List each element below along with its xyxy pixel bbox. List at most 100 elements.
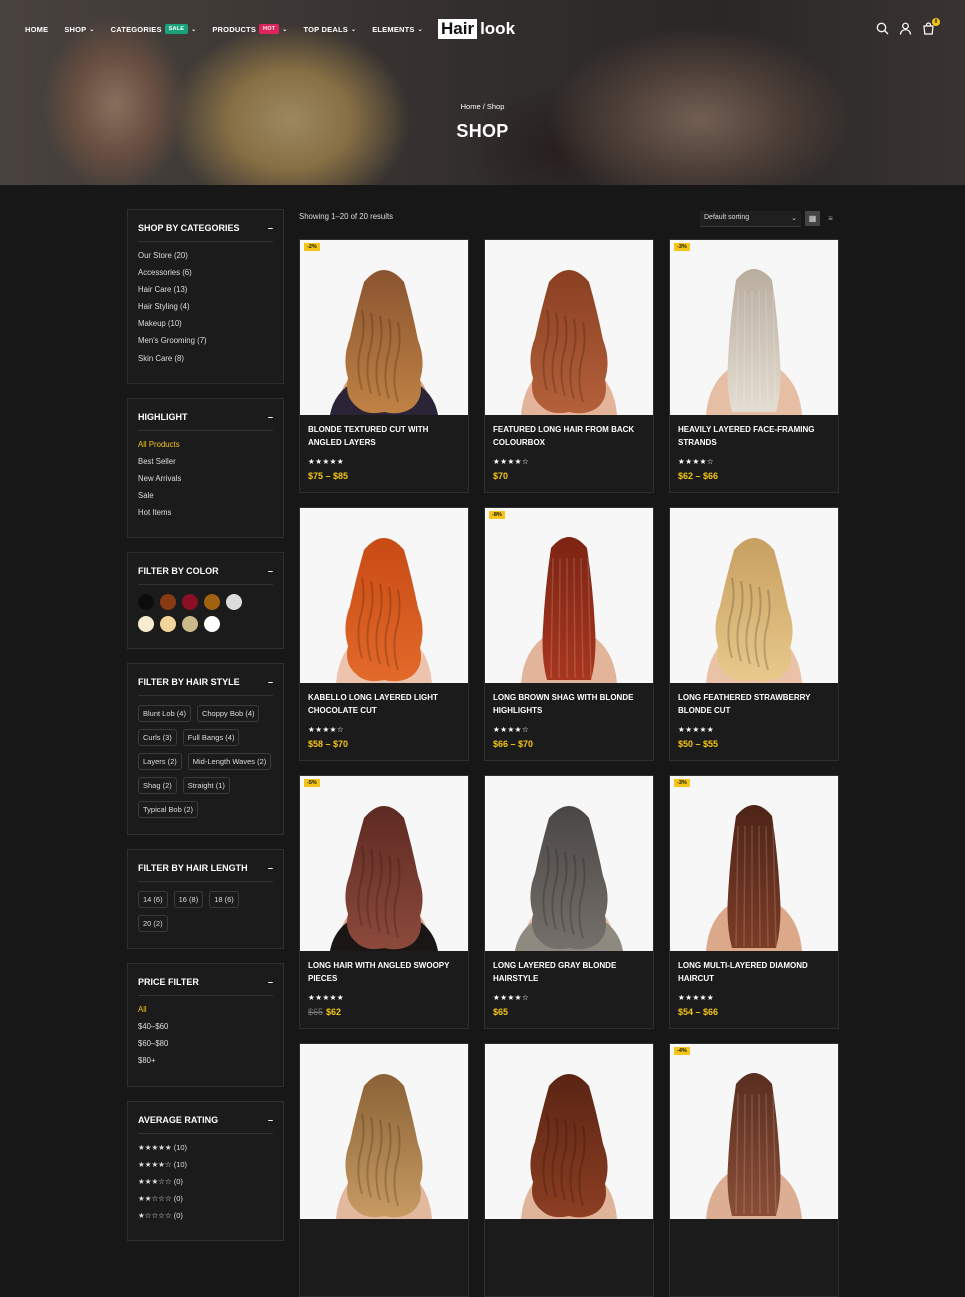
collapse-toggle[interactable]: –: [268, 223, 273, 233]
rating-filter-row[interactable]: ★☆☆☆☆ (0): [138, 1211, 273, 1220]
product-image[interactable]: [485, 1044, 653, 1219]
product-title[interactable]: LONG FEATHERED STRAWBERRY BLONDE CUT: [670, 683, 838, 722]
rating-filter-row[interactable]: ★★★★☆ (10): [138, 1160, 273, 1169]
product-image[interactable]: -3%: [670, 776, 838, 951]
product-card[interactable]: -5% LONG HAIR WITH ANGLED SWOOPY PIECES ★★…: [299, 775, 469, 1029]
filter-link[interactable]: Men's Grooming (7): [138, 336, 273, 345]
collapse-toggle[interactable]: –: [268, 566, 273, 576]
filter-link[interactable]: Sale: [138, 491, 273, 500]
rating-filter-row[interactable]: ★★★★★ (10): [138, 1143, 273, 1152]
filter-tag[interactable]: 20 (2): [138, 915, 168, 933]
list-view-icon[interactable]: ≡: [823, 211, 838, 226]
filter-tag[interactable]: 16 (8): [173, 891, 204, 909]
menu-item[interactable]: TOP DEALS ⌄: [304, 25, 357, 34]
breadcrumb[interactable]: Home / Shop: [0, 102, 965, 111]
product-card[interactable]: -8% LONG BROWN SHAG WITH BLONDE HIGHLIGHT…: [484, 507, 654, 761]
product-card[interactable]: -3% LONG MULTI-LAYERED DIAMOND HAIRCUT ★★★…: [669, 775, 839, 1029]
filter-tag[interactable]: Straight (1): [182, 777, 230, 795]
filter-tag[interactable]: 18 (6): [209, 891, 239, 909]
filter-link[interactable]: $80+: [138, 1056, 273, 1065]
product-card[interactable]: -2% BLONDE TEXTURED CUT WITH ANGLED LAYER…: [299, 239, 469, 493]
collapse-toggle[interactable]: –: [268, 412, 273, 422]
product-image[interactable]: -2%: [300, 240, 468, 415]
filter-link[interactable]: Skin Care (8): [138, 354, 273, 363]
rating-filter-row[interactable]: ★★☆☆☆ (0): [138, 1194, 273, 1203]
product-card[interactable]: -4%: [669, 1043, 839, 1297]
filter-tag[interactable]: Blunt Lob (4): [138, 705, 191, 723]
filter-tag[interactable]: Typical Bob (2): [138, 801, 199, 819]
product-card[interactable]: LONG FEATHERED STRAWBERRY BLONDE CUT ★★★★…: [669, 507, 839, 761]
filter-link[interactable]: Makeup (10): [138, 319, 273, 328]
product-card[interactable]: FEATURED LONG HAIR FROM BACK COLOURBOX ★★…: [484, 239, 654, 493]
filter-tag[interactable]: 14 (6): [138, 891, 168, 909]
search-icon[interactable]: [876, 22, 889, 35]
product-title[interactable]: LONG MULTI-LAYERED DIAMOND HAIRCUT: [670, 951, 838, 990]
product-card[interactable]: LONG LAYERED GRAY BLONDE HAIRSTYLE ★★★★☆ $…: [484, 775, 654, 1029]
filter-link[interactable]: Best Seller: [138, 457, 273, 466]
product-title[interactable]: LONG BROWN SHAG WITH BLONDE HIGHLIGHTS: [485, 683, 653, 722]
filter-tag[interactable]: Choppy Bob (4): [196, 705, 260, 723]
product-image[interactable]: -8%: [485, 508, 653, 683]
product-card[interactable]: -3% HEAVILY LAYERED FACE-FRAMING STRANDS ★…: [669, 239, 839, 493]
filter-tag[interactable]: Shag (2): [138, 777, 177, 795]
color-swatch[interactable]: [160, 594, 176, 611]
product-image[interactable]: [300, 508, 468, 683]
user-icon[interactable]: [899, 22, 912, 35]
filter-link[interactable]: $40–$60: [138, 1022, 273, 1031]
menu-item[interactable]: ELEMENTS ⌄: [372, 25, 423, 34]
filter-tag[interactable]: Curls (3): [138, 729, 177, 747]
product-image[interactable]: -4%: [670, 1044, 838, 1219]
sort-select[interactable]: Default sorting ⌄: [700, 211, 801, 227]
product-image[interactable]: [485, 776, 653, 951]
product-title[interactable]: BLONDE TEXTURED CUT WITH ANGLED LAYERS: [300, 415, 468, 454]
color-swatch[interactable]: [204, 616, 220, 633]
menu-item[interactable]: HOME: [25, 25, 48, 34]
color-swatch[interactable]: [226, 594, 242, 611]
product-image[interactable]: -3%: [670, 240, 838, 415]
site-logo[interactable]: Hair look: [438, 19, 515, 39]
filter-link[interactable]: Hair Styling (4): [138, 302, 273, 311]
filter-link[interactable]: All Products: [138, 440, 273, 449]
filter-tag[interactable]: Layers (2): [138, 753, 182, 771]
product-title[interactable]: HEAVILY LAYERED FACE-FRAMING STRANDS: [670, 415, 838, 454]
rating-filter-row[interactable]: ★★★☆☆ (0): [138, 1177, 273, 1186]
filter-link[interactable]: Our Store (20): [138, 251, 273, 260]
collapse-toggle[interactable]: –: [268, 977, 273, 987]
product-image[interactable]: [670, 508, 838, 683]
menu-item[interactable]: PRODUCTS HOT ⌄: [212, 24, 287, 34]
product-title[interactable]: [670, 1219, 838, 1258]
product-title[interactable]: LONG LAYERED GRAY BLONDE HAIRSTYLE: [485, 951, 653, 990]
product-title[interactable]: FEATURED LONG HAIR FROM BACK COLOURBOX: [485, 415, 653, 454]
grid-view-icon[interactable]: ▦: [805, 211, 820, 226]
collapse-toggle[interactable]: –: [268, 1115, 273, 1125]
cart-icon[interactable]: 0: [922, 18, 940, 35]
product-image[interactable]: [485, 240, 653, 415]
collapse-toggle[interactable]: –: [268, 677, 273, 687]
filter-tag[interactable]: Mid-Length Waves (2): [187, 753, 272, 771]
product-card[interactable]: [299, 1043, 469, 1297]
color-swatch[interactable]: [138, 594, 154, 611]
product-image[interactable]: [300, 1044, 468, 1219]
filter-tag[interactable]: Full Bangs (4): [182, 729, 240, 747]
filter-link[interactable]: Hair Care (13): [138, 285, 273, 294]
product-title[interactable]: KABELLO LONG LAYERED LIGHT CHOCOLATE CUT: [300, 683, 468, 722]
color-swatch[interactable]: [204, 594, 220, 611]
color-swatch[interactable]: [182, 616, 198, 633]
product-image[interactable]: -5%: [300, 776, 468, 951]
filter-link[interactable]: New Arrivals: [138, 474, 273, 483]
product-title[interactable]: LONG HAIR WITH ANGLED SWOOPY PIECES: [300, 951, 468, 990]
filter-link[interactable]: All: [138, 1005, 273, 1014]
color-swatch[interactable]: [182, 594, 198, 611]
product-card[interactable]: [484, 1043, 654, 1297]
collapse-toggle[interactable]: –: [268, 863, 273, 873]
filter-link[interactable]: Hot Items: [138, 508, 273, 517]
menu-item[interactable]: CATEGORIES SALE ⌄: [111, 24, 197, 34]
product-title[interactable]: [300, 1219, 468, 1258]
color-swatch[interactable]: [138, 616, 154, 633]
color-swatch[interactable]: [160, 616, 176, 633]
filter-link[interactable]: Accessories (6): [138, 268, 273, 277]
filter-link[interactable]: $60–$80: [138, 1039, 273, 1048]
product-card[interactable]: KABELLO LONG LAYERED LIGHT CHOCOLATE CUT…: [299, 507, 469, 761]
menu-item[interactable]: SHOP ⌄: [64, 25, 94, 34]
product-title[interactable]: [485, 1219, 653, 1258]
